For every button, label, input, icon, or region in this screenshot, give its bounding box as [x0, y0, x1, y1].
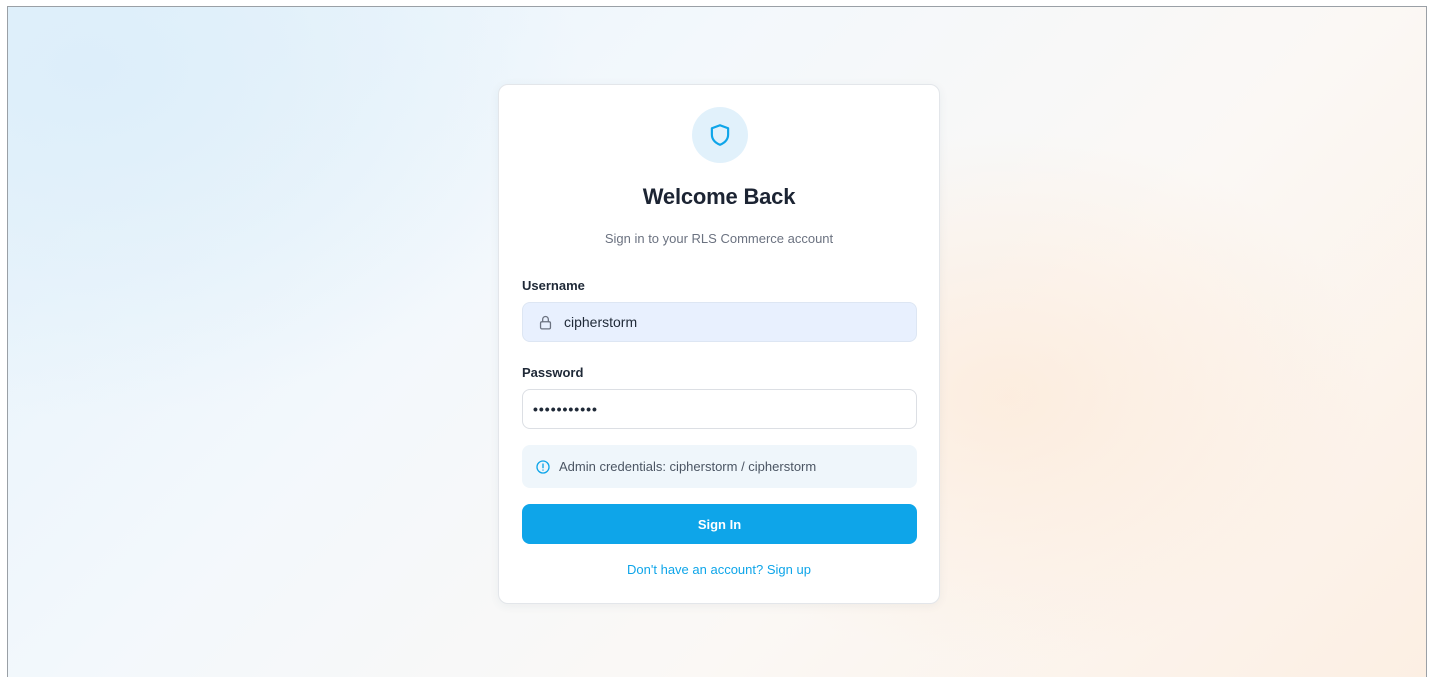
- password-field[interactable]: •••••••••••: [522, 389, 917, 429]
- username-value: cipherstorm: [564, 314, 638, 330]
- credentials-notice-text: Admin credentials: cipherstorm / ciphers…: [559, 459, 817, 474]
- page-title: Welcome Back: [642, 184, 796, 209]
- lock-icon: [537, 314, 554, 331]
- credentials-notice: Admin credentials: cipherstorm / ciphers…: [522, 445, 917, 488]
- shield-icon: [707, 122, 733, 148]
- page-subtitle: Sign in to your RLS Commerce account: [604, 231, 834, 246]
- info-icon: [535, 459, 551, 475]
- password-label: Password: [522, 365, 584, 380]
- username-label: Username: [522, 278, 585, 293]
- password-value: •••••••••••: [533, 401, 598, 417]
- login-card: Welcome Back Sign in to your RLS Commerc…: [498, 84, 940, 604]
- username-field[interactable]: cipherstorm: [522, 302, 917, 342]
- sign-up-link[interactable]: Don't have an account? Sign up: [499, 562, 939, 577]
- sign-in-button[interactable]: Sign In: [522, 504, 917, 544]
- logo-badge: [692, 107, 748, 163]
- page-background: Welcome Back Sign in to your RLS Commerc…: [7, 6, 1427, 677]
